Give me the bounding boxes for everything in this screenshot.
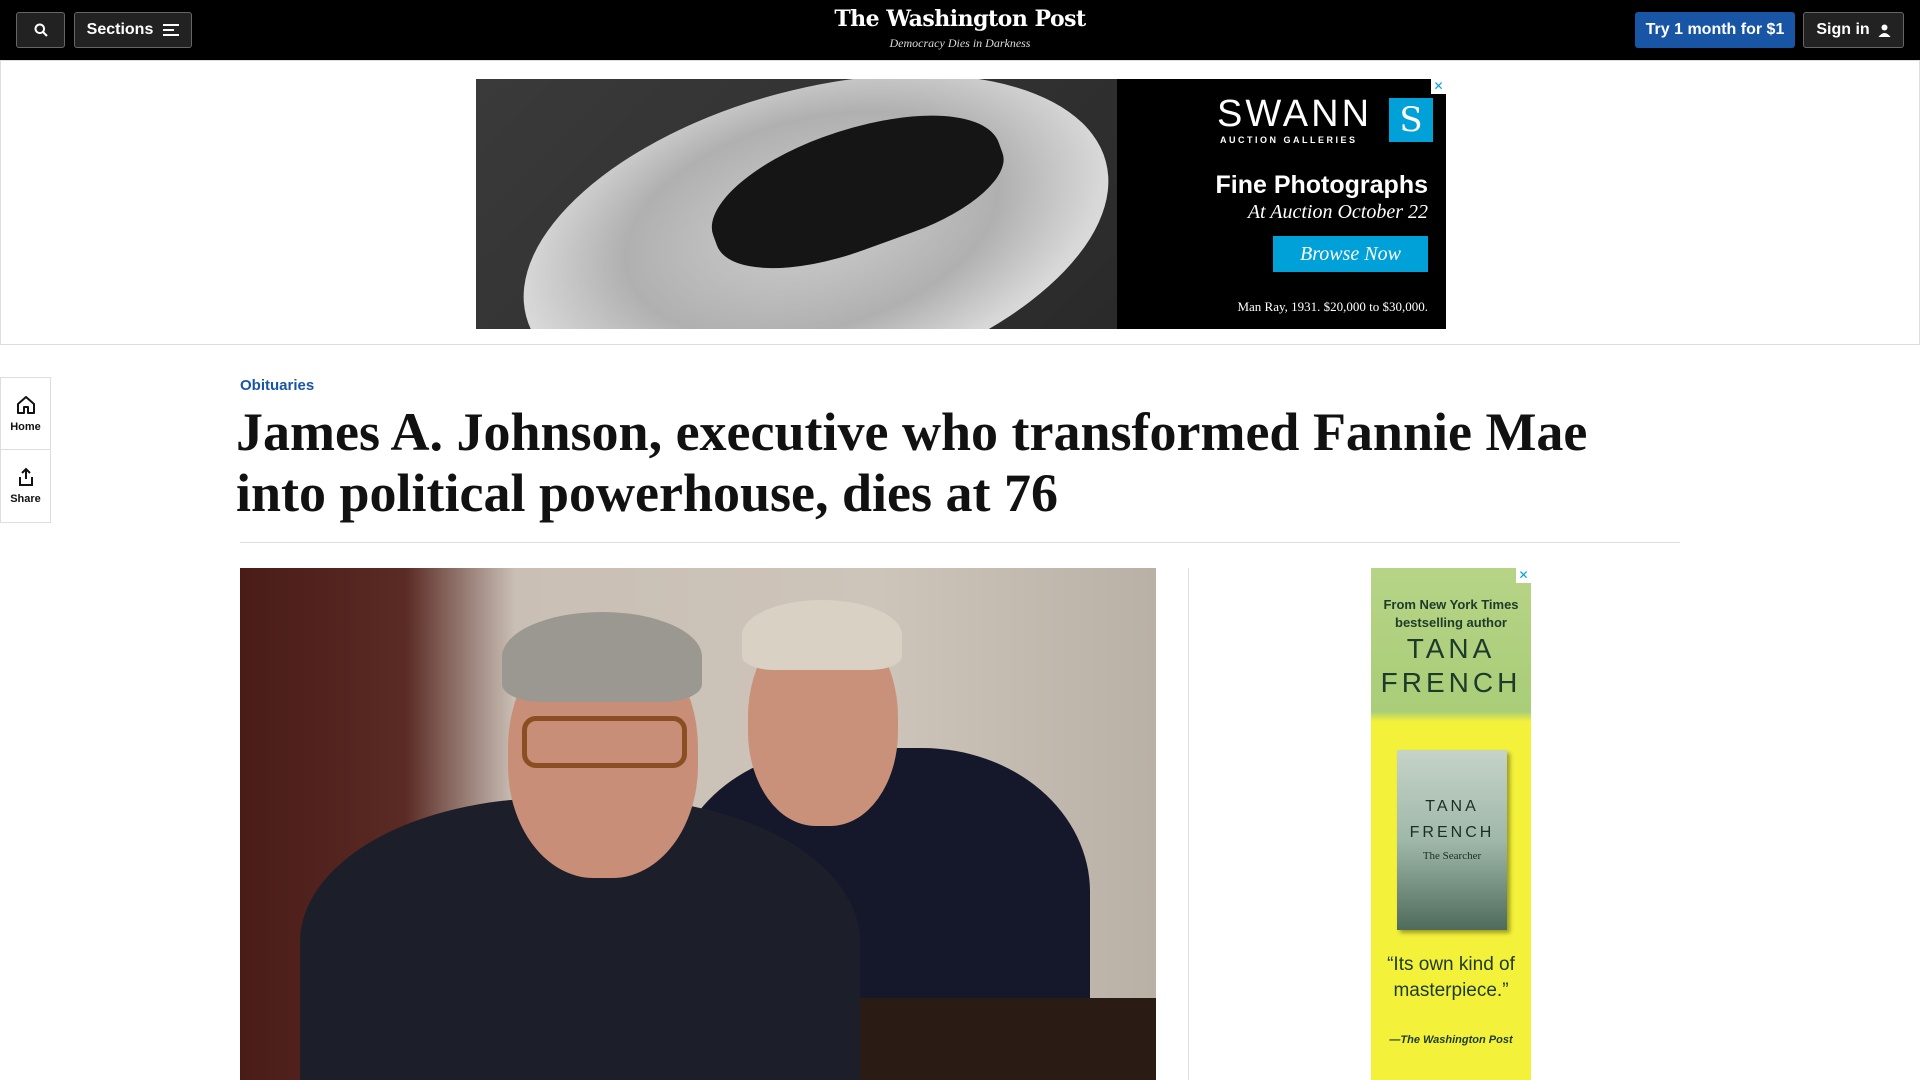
home-icon	[16, 395, 35, 414]
headline-divider	[240, 542, 1680, 543]
search-button[interactable]	[16, 12, 65, 48]
ad-intro-line2: bestselling author	[1395, 615, 1507, 630]
ad-close-icon[interactable]: ✕	[1516, 568, 1531, 583]
subscribe-button[interactable]: Try 1 month for $1	[1635, 12, 1795, 48]
book-cover: TANA FRENCH The Searcher	[1397, 750, 1507, 930]
share-icon	[18, 467, 33, 486]
sections-label: Sections	[86, 21, 154, 38]
ad-quote-source: —The Washington Post	[1389, 1034, 1513, 1046]
photo-hair-right	[742, 600, 902, 670]
swann-logo-icon: S	[1389, 98, 1433, 142]
article-headline: James A. Johnson, executive who transfor…	[236, 402, 1588, 523]
ad-author: TANA FRENCH	[1371, 632, 1531, 700]
section-kicker[interactable]: Obituaries	[240, 377, 314, 394]
ad-photograph	[476, 79, 1117, 329]
sign-in-button[interactable]: Sign in	[1803, 12, 1904, 48]
left-action-rail: Home Share	[0, 377, 51, 523]
sign-in-label: Sign in	[1816, 21, 1870, 38]
ad-subheadline: At Auction October 22	[1247, 201, 1428, 223]
search-icon	[34, 23, 48, 37]
ad-headline: Fine Photographs	[1215, 171, 1429, 199]
ad-intro: From New York Times bestselling author	[1371, 596, 1531, 632]
home-label: Home	[10, 420, 41, 433]
book-ad[interactable]: ✕ From New York Times bestselling author…	[1371, 568, 1531, 1080]
ad-text-panel: ✕ SWANN AUCTION GALLERIES S Fine Photogr…	[1117, 79, 1446, 329]
photo-glasses	[522, 716, 687, 768]
site-logo[interactable]: The Washington Post	[760, 6, 1160, 32]
home-button[interactable]: Home	[1, 378, 50, 450]
ad-brand: SWANN	[1217, 93, 1373, 135]
column-divider	[1188, 568, 1189, 1080]
share-button[interactable]: Share	[1, 450, 50, 522]
ad-author-line2: FRENCH	[1380, 667, 1522, 698]
user-icon	[1878, 24, 1891, 37]
photo-hair-left	[502, 612, 702, 702]
menu-icon	[163, 24, 180, 36]
book-cover-author-line1: TANA	[1425, 798, 1479, 815]
book-cover-author-line2: FRENCH	[1409, 824, 1495, 841]
sections-menu-button[interactable]: Sections	[74, 12, 192, 48]
share-label: Share	[10, 493, 41, 505]
ad-quote: “Its own kind of masterpiece.”	[1387, 954, 1515, 1001]
top-navigation-bar: Sections The Washington Post Democracy D…	[0, 0, 1920, 60]
ad-intro-line1: From New York Times	[1383, 597, 1519, 612]
ad-credit: Man Ray, 1931. $20,000 to $30,000.	[1237, 299, 1428, 314]
swann-ad-banner[interactable]: ✕ SWANN AUCTION GALLERIES S Fine Photogr…	[476, 79, 1446, 329]
top-ad-container: ✕ SWANN AUCTION GALLERIES S Fine Photogr…	[0, 60, 1920, 345]
book-cover-title: The Searcher	[1422, 850, 1482, 862]
browse-now-button[interactable]: Browse Now	[1273, 236, 1428, 272]
lead-photo[interactable]	[240, 568, 1156, 1080]
photo-desk	[860, 998, 1156, 1080]
ad-brand-sub: AUCTION GALLERIES	[1220, 135, 1358, 145]
site-tagline: Democracy Dies in Darkness	[889, 36, 1031, 50]
ad-author-line1: TANA	[1406, 633, 1496, 664]
book-cover-author: TANA FRENCH	[1397, 794, 1507, 846]
masthead[interactable]: The Washington Post Democracy Dies in Da…	[760, 6, 1160, 51]
ad-close-icon[interactable]: ✕	[1431, 79, 1446, 94]
